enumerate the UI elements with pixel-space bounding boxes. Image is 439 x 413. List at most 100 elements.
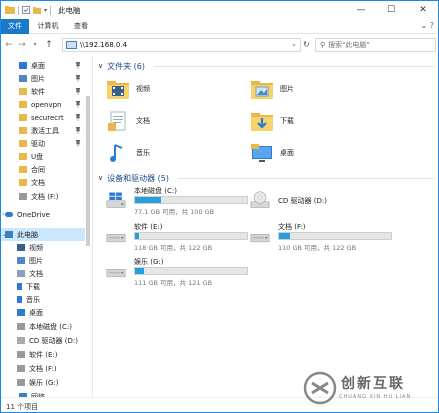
chevron-down-icon[interactable]: ∨ [98, 62, 103, 70]
nav-item[interactable]: 文档 (F:) [1, 362, 85, 375]
folder-icon [19, 166, 27, 173]
nav-item[interactable]: 文档 [1, 176, 85, 189]
nav-item[interactable]: U盘 [1, 150, 85, 163]
up-button[interactable]: ↑ [44, 38, 54, 52]
watermark-subtext: CHUANG XIN HU LIAN [339, 394, 412, 400]
nav-item-label: 视频 [29, 243, 43, 252]
drive-icon [17, 379, 25, 386]
nav-item[interactable]: 软件 [1, 85, 85, 98]
nav-item[interactable]: 图片 [1, 72, 85, 85]
folder-item[interactable]: 文档 [106, 108, 266, 134]
ribbon-expand-icon[interactable]: ⌄ ? [421, 21, 435, 30]
new-folder-icon[interactable] [33, 6, 41, 14]
chevron-down-icon[interactable]: ⌄ [2, 231, 7, 238]
drive-free-space: 111 GB 可用，共 121 GB [134, 279, 213, 287]
folder-label: 视频 [136, 85, 150, 93]
folder-item[interactable]: 下载 [250, 108, 410, 134]
drive-item[interactable]: 文档 (F:) 110 GB 可用，共 122 GB [248, 222, 408, 252]
nav-item[interactable]: openvpn [1, 98, 85, 111]
pin-icon[interactable] [75, 114, 81, 121]
nav-item-label: 文档 (F:) [29, 364, 57, 373]
drive-icon [106, 234, 126, 243]
pin-icon[interactable] [75, 127, 81, 134]
nav-item[interactable]: 激活工具 [1, 124, 85, 137]
forward-button[interactable]: → [17, 38, 27, 52]
nav-item[interactable]: 下载 [1, 280, 85, 293]
pin-icon[interactable] [75, 62, 81, 69]
desktop-icon [19, 62, 27, 69]
pin-icon[interactable] [75, 75, 81, 82]
nav-item-label: 本地磁盘 (C:) [29, 322, 72, 331]
nav-item[interactable]: 驱动 [1, 137, 85, 150]
quick-access-dropdown-icon[interactable]: ▾ [44, 7, 47, 14]
close-button[interactable]: ✕ [412, 1, 434, 19]
folder-item[interactable]: 桌面 [250, 140, 410, 166]
nav-item[interactable]: 文档 (F:) [1, 190, 85, 203]
nav-item[interactable]: › OneDrive [1, 208, 85, 221]
tab-file[interactable]: 文件 [1, 19, 29, 34]
nav-item[interactable]: 桌面 [1, 306, 85, 319]
chevron-down-icon[interactable]: ∨ [98, 174, 103, 182]
nav-item[interactable]: 音乐 [1, 293, 85, 306]
properties-icon[interactable] [22, 6, 30, 14]
drive-icon [250, 234, 270, 243]
nav-scroll-thumb[interactable] [86, 96, 90, 246]
address-row: ← → ▾ ↑ ⌄ ↻ ⚲ [1, 35, 438, 55]
address-dropdown-icon[interactable]: ⌄ [291, 40, 297, 48]
minimize-button[interactable]: — [350, 1, 372, 19]
folder-label: 桌面 [280, 149, 294, 157]
address-bar[interactable]: ⌄ [62, 38, 301, 52]
nav-item[interactable]: 网络 [1, 390, 85, 397]
videos-icon [17, 244, 25, 251]
search-box[interactable]: ⚲ [315, 38, 436, 52]
maximize-button[interactable]: ☐ [380, 1, 402, 19]
drive-usage-bar [134, 267, 248, 275]
music-icon [17, 296, 22, 303]
drive-usage-bar [134, 196, 248, 204]
divider [178, 178, 434, 179]
pin-icon[interactable] [75, 88, 81, 95]
windows-drive-icon [106, 192, 126, 208]
folder-icon[interactable] [5, 6, 15, 14]
folder-label: 图片 [280, 85, 294, 93]
folder-item[interactable]: 音乐 [106, 140, 266, 166]
nav-item[interactable]: securecrt [1, 111, 85, 124]
drive-name: 本地磁盘 (C:) [134, 187, 177, 195]
nav-item[interactable]: CD 驱动器 (D:) [1, 334, 85, 347]
nav-item[interactable]: 视频 [1, 241, 85, 254]
nav-item[interactable]: 本地磁盘 (C:) [1, 320, 85, 333]
drive-item[interactable]: CD 驱动器 (D:) [248, 186, 408, 216]
nav-item[interactable]: 图片 [1, 254, 85, 267]
nav-item[interactable]: 软件 (E:) [1, 348, 85, 361]
tab-view[interactable]: 查看 [67, 19, 95, 34]
drive-item[interactable]: 软件 (E:) 118 GB 可用，共 122 GB [104, 222, 264, 252]
videos-folder-icon [107, 81, 129, 99]
drive-item[interactable]: 本地磁盘 (C:) 77.1 GB 可用，共 100 GB [104, 186, 264, 216]
nav-item[interactable]: 合同 [1, 163, 85, 176]
drive-usage-fill [135, 233, 139, 239]
nav-item-label: 合同 [31, 165, 45, 174]
search-input[interactable] [328, 41, 424, 49]
drive-item[interactable]: 娱乐 (G:) 111 GB 可用，共 121 GB [104, 257, 264, 287]
chevron-right-icon[interactable]: › [2, 211, 4, 218]
drive-usage-bar [278, 232, 392, 240]
nav-item[interactable]: 桌面 [1, 59, 85, 72]
drives-group-header[interactable]: ∨ 设备和驱动器 (5) [98, 172, 169, 184]
drive-name: 软件 (E:) [134, 223, 163, 231]
recent-locations-icon[interactable]: ▾ [30, 38, 40, 52]
folder-item[interactable]: 图片 [250, 76, 410, 102]
nav-item[interactable]: 娱乐 (G:) [1, 376, 85, 389]
nav-item[interactable]: 文档 [1, 267, 85, 280]
pin-icon[interactable] [75, 140, 81, 147]
folders-group-header[interactable]: ∨ 文件夹 (6) [98, 60, 145, 72]
pin-icon[interactable] [75, 101, 81, 108]
tab-computer[interactable]: 计算机 [31, 19, 65, 34]
nav-item[interactable]: ⌄ 此电脑 [1, 228, 85, 241]
drive-icon [17, 323, 25, 330]
back-button[interactable]: ← [4, 38, 14, 52]
refresh-icon[interactable]: ↻ [303, 40, 310, 49]
desktop-icon [17, 309, 25, 316]
folder-item[interactable]: 视频 [106, 76, 266, 102]
nav-scrollbar[interactable] [85, 56, 91, 397]
address-input[interactable] [80, 41, 270, 49]
